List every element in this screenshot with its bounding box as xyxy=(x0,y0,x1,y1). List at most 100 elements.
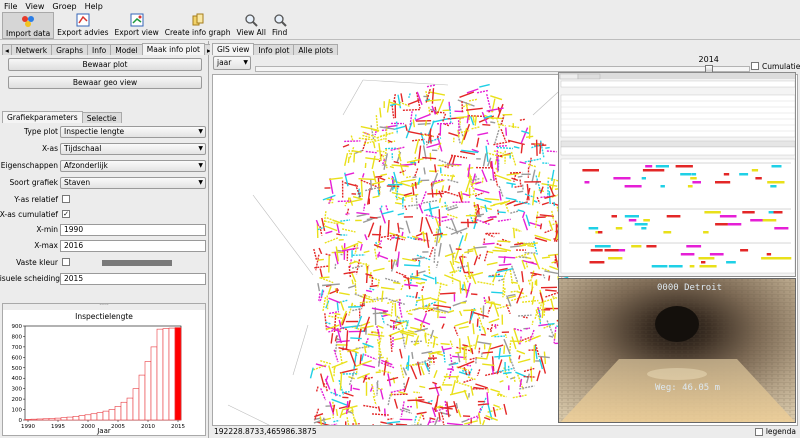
sewer-segment[interactable] xyxy=(539,223,543,230)
sewer-segment[interactable] xyxy=(319,268,323,278)
sewer-segment[interactable] xyxy=(493,171,499,188)
sewer-segment[interactable] xyxy=(442,109,450,112)
sewer-segment[interactable] xyxy=(503,371,512,375)
sewer-segment[interactable] xyxy=(510,210,519,214)
sewer-segment[interactable] xyxy=(372,195,380,199)
sewer-segment[interactable] xyxy=(339,350,344,366)
sewer-segment[interactable] xyxy=(375,371,381,374)
sewer-segment[interactable] xyxy=(387,417,394,421)
view-all-button[interactable]: View All xyxy=(233,12,268,39)
sewer-segment[interactable] xyxy=(309,367,314,379)
sewer-segment[interactable] xyxy=(352,307,363,312)
sewer-segment[interactable] xyxy=(360,125,377,131)
sewer-segment[interactable] xyxy=(549,164,556,167)
sewer-segment[interactable] xyxy=(377,281,380,289)
sewer-segment[interactable] xyxy=(367,333,385,337)
sewer-segment[interactable] xyxy=(516,287,524,304)
sewer-segment[interactable] xyxy=(442,347,452,351)
sewer-segment[interactable] xyxy=(490,324,494,333)
sewer-segment[interactable] xyxy=(330,423,338,426)
sewer-segment[interactable] xyxy=(448,101,451,111)
sewer-segment[interactable] xyxy=(445,226,463,234)
sewer-segment[interactable] xyxy=(531,169,536,183)
sewer-segment[interactable] xyxy=(377,324,384,329)
sewer-segment[interactable] xyxy=(315,386,319,392)
sewer-segment[interactable] xyxy=(369,216,378,219)
sewer-segment[interactable] xyxy=(381,359,393,366)
sewer-segment[interactable] xyxy=(324,225,338,232)
sewer-segment[interactable] xyxy=(384,148,388,157)
sewer-segment[interactable] xyxy=(518,355,521,360)
sewer-segment[interactable] xyxy=(333,388,337,397)
sewer-segment[interactable] xyxy=(361,138,368,151)
tab-gis-view[interactable]: GIS view xyxy=(212,43,255,55)
sewer-segment[interactable] xyxy=(479,307,483,314)
sewer-segment[interactable] xyxy=(337,340,350,343)
sewer-segment[interactable] xyxy=(356,212,370,215)
sewer-segment[interactable] xyxy=(505,197,517,201)
sewer-segment[interactable] xyxy=(414,181,417,189)
sewer-segment[interactable] xyxy=(356,213,367,218)
menu-view[interactable]: View xyxy=(25,2,44,11)
sewer-segment[interactable] xyxy=(541,256,551,259)
sewer-segment[interactable] xyxy=(486,94,492,110)
sewer-segment[interactable] xyxy=(481,177,484,184)
sewer-segment[interactable] xyxy=(360,180,363,197)
sewer-segment[interactable] xyxy=(455,381,470,387)
sewer-segment[interactable] xyxy=(495,145,507,148)
sewer-segment[interactable] xyxy=(414,113,431,122)
sewer-segment[interactable] xyxy=(535,216,546,219)
sewer-segment[interactable] xyxy=(463,309,477,312)
sewer-segment[interactable] xyxy=(548,335,554,338)
sewer-segment[interactable] xyxy=(490,121,496,124)
sewer-segment[interactable] xyxy=(550,299,555,312)
sewer-segment[interactable] xyxy=(483,416,491,421)
sewer-segment[interactable] xyxy=(426,143,440,149)
sewer-segment[interactable] xyxy=(350,337,362,340)
sewer-segment[interactable] xyxy=(407,329,415,333)
sewer-segment[interactable] xyxy=(441,323,445,329)
sewer-segment[interactable] xyxy=(441,216,448,219)
sewer-segment[interactable] xyxy=(520,127,529,144)
bewaar-plot-button[interactable]: Bewaar plot xyxy=(8,58,202,71)
sewer-segment[interactable] xyxy=(538,171,541,178)
sewer-segment[interactable] xyxy=(361,173,365,178)
sewer-segment[interactable] xyxy=(380,173,388,177)
sewer-segment[interactable] xyxy=(408,93,411,99)
sewer-segment[interactable] xyxy=(523,367,535,373)
sewer-segment[interactable] xyxy=(433,248,436,264)
sewer-segment[interactable] xyxy=(408,204,416,207)
bewaar-geo-view-button[interactable]: Bewaar geo view xyxy=(8,76,202,89)
sewer-segment[interactable] xyxy=(525,262,529,268)
sewer-segment[interactable] xyxy=(414,114,417,121)
sewer-segment[interactable] xyxy=(417,122,431,125)
sewer-segment[interactable] xyxy=(448,132,459,137)
sewer-segment[interactable] xyxy=(518,392,522,399)
sewer-segment[interactable] xyxy=(325,253,332,257)
sewer-segment[interactable] xyxy=(531,281,534,292)
sewer-segment[interactable] xyxy=(458,310,463,317)
sewer-segment[interactable] xyxy=(503,287,506,296)
sewer-segment[interactable] xyxy=(494,174,512,182)
sewer-segment[interactable] xyxy=(450,219,459,235)
sewer-segment[interactable] xyxy=(394,302,397,317)
sewer-segment[interactable] xyxy=(395,271,407,277)
tab-info-plot[interactable]: Info plot xyxy=(253,44,295,55)
sewer-segment[interactable] xyxy=(476,318,479,327)
sewer-segment[interactable] xyxy=(478,254,482,260)
soort-grafiek-select[interactable]: Staven ▼ xyxy=(60,177,206,189)
sewer-segment[interactable] xyxy=(317,258,324,261)
sewer-segment[interactable] xyxy=(439,292,456,295)
sewer-segment[interactable] xyxy=(554,255,557,264)
sewer-segment[interactable] xyxy=(476,369,481,376)
sewer-segment[interactable] xyxy=(360,325,374,329)
sewer-segment[interactable] xyxy=(440,342,450,346)
sewer-segment[interactable] xyxy=(330,333,334,344)
sewer-segment[interactable] xyxy=(372,395,377,406)
sewer-segment[interactable] xyxy=(503,345,506,354)
sewer-segment[interactable] xyxy=(371,155,376,170)
tab-alle-plots[interactable]: Alle plots xyxy=(293,44,338,55)
menu-file[interactable]: File xyxy=(4,2,17,11)
sewer-segment[interactable] xyxy=(500,128,507,142)
sewer-segment[interactable] xyxy=(519,179,522,187)
